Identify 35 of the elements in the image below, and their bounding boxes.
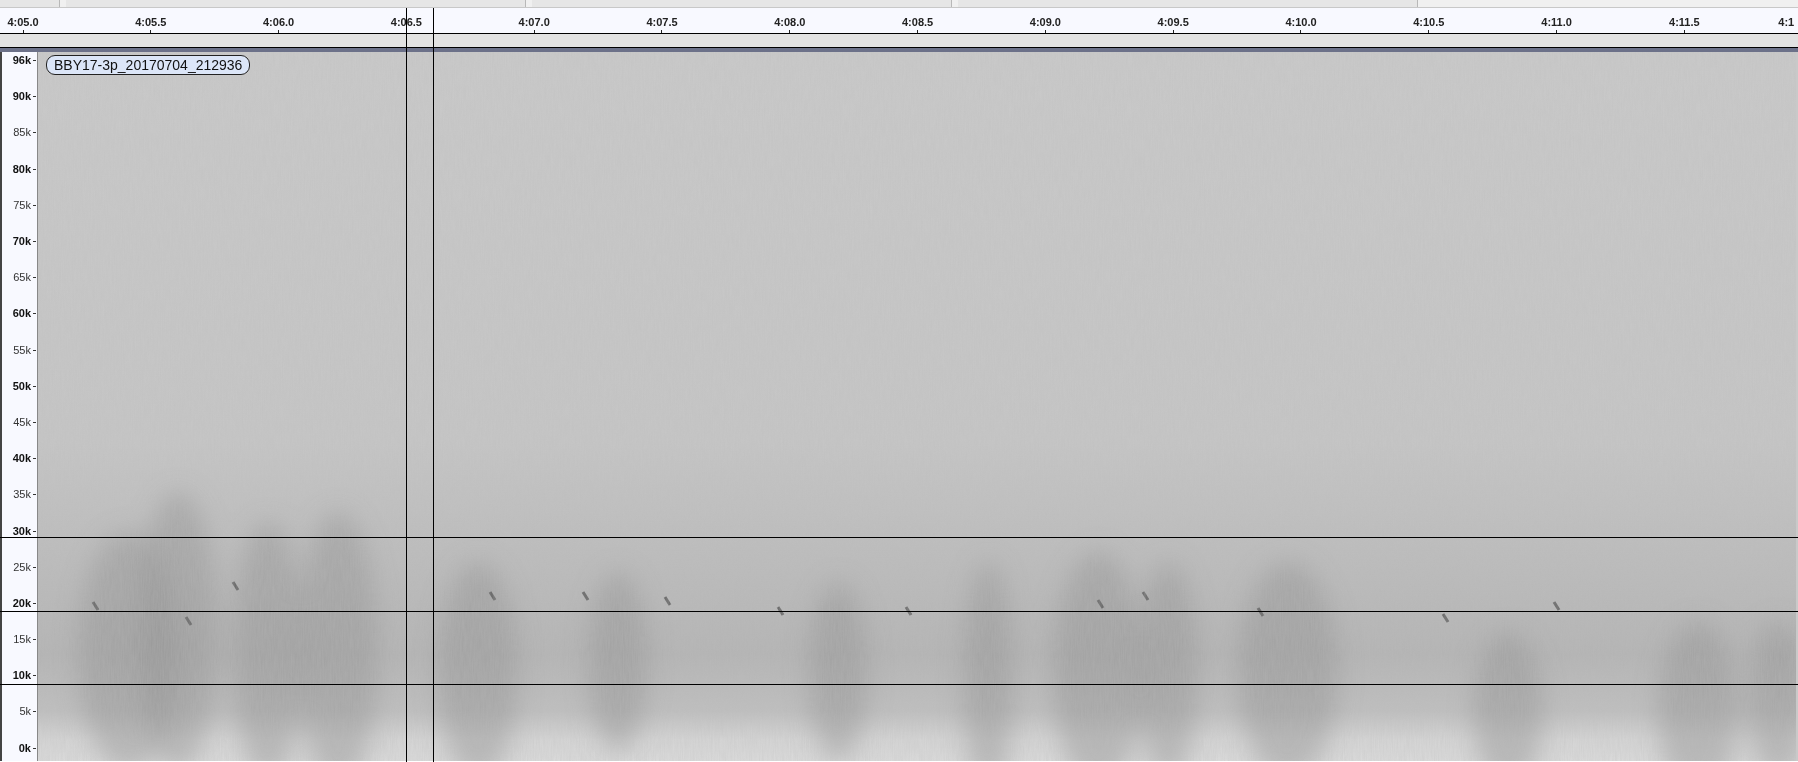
frequency-label: 35k — [13, 488, 31, 501]
time-label: 4:05.0 — [7, 16, 39, 28]
time-label: 4:07.0 — [518, 16, 550, 28]
time-label: 4:06.0 — [263, 16, 295, 28]
frequency-label: 0k — [18, 741, 31, 754]
frequency-label: 90k — [12, 90, 31, 103]
clip-name-label[interactable]: BBY17-3p_20170704_212936 — [46, 55, 251, 75]
frequency-label: 80k — [12, 162, 31, 175]
time-label: 4:09.5 — [1157, 16, 1189, 28]
frequency-label: 20k — [12, 596, 31, 609]
frequency-label: 70k — [12, 235, 31, 248]
frequency-label: 65k — [13, 271, 31, 284]
frequency-label: 40k — [12, 452, 31, 465]
time-label: 4:11.5 — [1669, 16, 1700, 28]
frequency-label: 45k — [13, 415, 31, 428]
time-label: 4:1 — [1778, 16, 1795, 28]
frequency-label: 96k — [12, 54, 31, 67]
frequency-label: 15k — [13, 633, 31, 646]
time-label: 4:11.0 — [1541, 16, 1572, 28]
frequency-label: 60k — [12, 307, 31, 320]
frequency-label: 75k — [13, 198, 31, 211]
frequency-label: 25k — [13, 560, 31, 573]
frequency-label: 30k — [12, 524, 31, 537]
time-label: 4:08.5 — [902, 16, 934, 28]
frequency-label: 50k — [12, 379, 31, 392]
frequency-label: 5k — [19, 705, 31, 718]
time-label: 4:09.0 — [1029, 16, 1061, 28]
time-label: 4:10.5 — [1413, 16, 1445, 28]
time-label: 4:10.0 — [1285, 16, 1317, 28]
frequency-label: 85k — [13, 126, 31, 139]
time-label: 4:05.5 — [135, 16, 167, 28]
frequency-label: 10k — [12, 669, 31, 682]
time-label: 4:07.5 — [646, 16, 678, 28]
time-label: 4:08.0 — [774, 16, 806, 28]
frequency-label: 55k — [13, 343, 31, 356]
